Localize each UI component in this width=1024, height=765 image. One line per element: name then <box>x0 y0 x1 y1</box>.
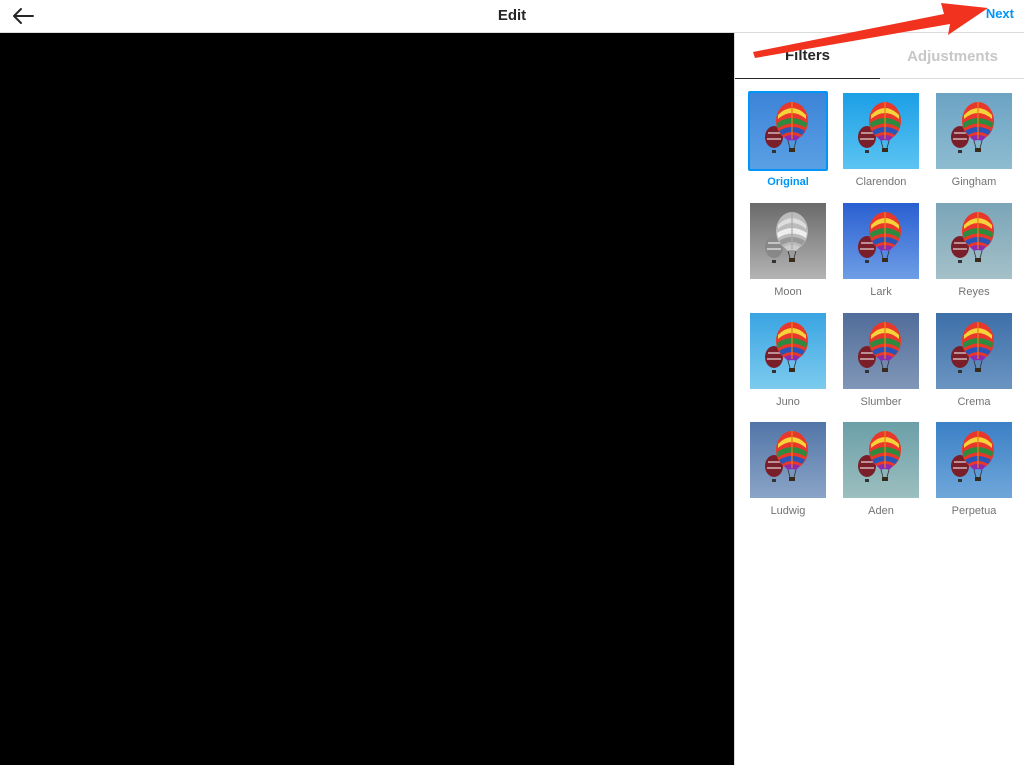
filter-thumbnail <box>843 422 919 498</box>
filter-lark[interactable]: Lark <box>841 201 921 301</box>
tab-filters[interactable]: Filters <box>735 33 880 79</box>
filter-label: Aden <box>868 505 894 517</box>
filter-thumbnail <box>843 313 919 389</box>
top-bar: Edit Next <box>0 0 1024 33</box>
filter-thumbnail <box>936 422 1012 498</box>
filter-thumbnail <box>936 313 1012 389</box>
filter-crema[interactable]: Crema <box>934 311 1014 411</box>
filter-perpetua[interactable]: Perpetua <box>934 420 1014 520</box>
filter-aden[interactable]: Aden <box>841 420 921 520</box>
filter-thumbnail <box>936 93 1012 169</box>
filter-thumbnail <box>750 313 826 389</box>
edit-panel: Filters Adjustments Original Clarendon G… <box>734 33 1024 765</box>
image-preview <box>0 33 734 765</box>
filter-label: Gingham <box>951 176 997 188</box>
filter-label: Moon <box>774 286 802 298</box>
filter-label: Slumber <box>860 396 902 408</box>
filter-thumbnail <box>748 91 828 171</box>
back-button[interactable] <box>8 2 38 30</box>
back-arrow-icon <box>13 8 34 24</box>
tab-adjustments[interactable]: Adjustments <box>880 33 1024 79</box>
filter-thumbnail <box>936 203 1012 279</box>
filter-label: Perpetua <box>951 505 997 517</box>
filter-label: Crema <box>957 396 991 408</box>
filter-label: Clarendon <box>855 176 907 188</box>
filter-moon[interactable]: Moon <box>748 201 828 301</box>
filter-juno[interactable]: Juno <box>748 311 828 411</box>
filter-label: Juno <box>776 396 800 408</box>
page-title: Edit <box>497 7 527 24</box>
edit-tabs: Filters Adjustments <box>735 33 1024 79</box>
filter-clarendon[interactable]: Clarendon <box>841 91 921 191</box>
next-button[interactable]: Next <box>986 6 1014 21</box>
filter-ludwig[interactable]: Ludwig <box>748 420 828 520</box>
filter-thumbnail <box>843 203 919 279</box>
filter-label: Lark <box>870 286 892 298</box>
filter-slumber[interactable]: Slumber <box>841 311 921 411</box>
filter-thumbnail <box>843 93 919 169</box>
filter-label: Reyes <box>958 286 990 298</box>
filter-thumbnail <box>750 422 826 498</box>
filter-label: Ludwig <box>770 505 806 517</box>
filter-original[interactable]: Original <box>748 91 828 191</box>
filter-gingham[interactable]: Gingham <box>934 91 1014 191</box>
filter-reyes[interactable]: Reyes <box>934 201 1014 301</box>
filter-thumbnail <box>750 203 826 279</box>
filter-label: Original <box>767 176 809 188</box>
